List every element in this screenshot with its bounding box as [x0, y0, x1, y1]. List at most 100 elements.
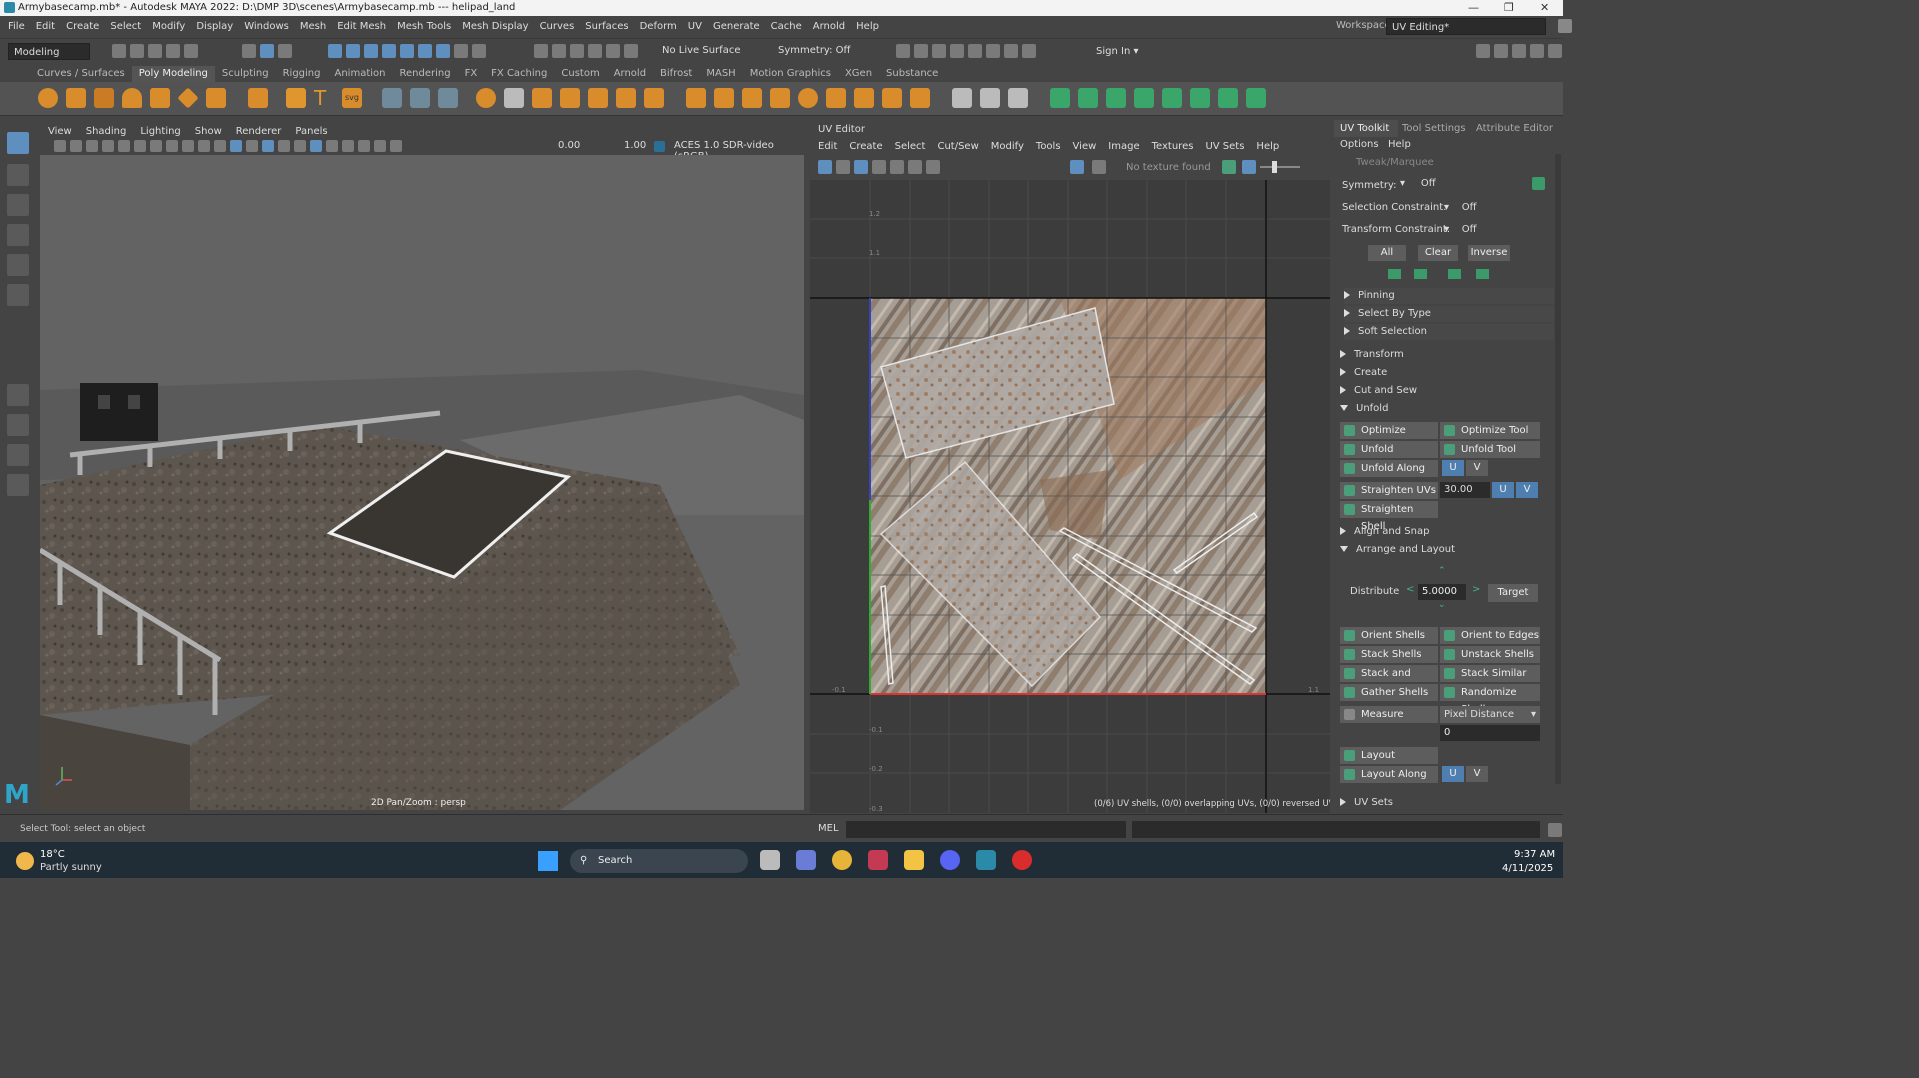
uv-menu-create[interactable]: Create [849, 141, 882, 152]
poly-cube-icon[interactable] [66, 88, 86, 108]
command-lang-label[interactable]: MEL [818, 823, 839, 834]
menu-edit-mesh[interactable]: Edit Mesh [337, 21, 386, 32]
isolate-icon[interactable] [326, 140, 338, 152]
layout-along-v-button[interactable]: V [1466, 766, 1488, 782]
distribute-up-icon[interactable]: ⌃ [1438, 566, 1446, 576]
menu-mesh-tools[interactable]: Mesh Tools [397, 21, 451, 32]
menu-windows[interactable]: Windows [244, 21, 289, 32]
snap-grid-icon[interactable] [328, 44, 342, 58]
camera-attr-icon[interactable] [70, 140, 82, 152]
super-shape-icon[interactable] [286, 88, 306, 108]
wireframe-icon[interactable] [214, 140, 226, 152]
exposure-slider[interactable] [1260, 166, 1300, 168]
uv-grid-icon[interactable] [854, 160, 868, 174]
lasso-tool-icon[interactable] [7, 164, 29, 186]
camera-map-icon[interactable] [1162, 88, 1182, 108]
menu-arnold[interactable]: Arnold [813, 21, 845, 32]
perspective-viewport[interactable]: 2D Pan/Zoom : persp [40, 155, 804, 810]
uv-sew-icon[interactable] [1246, 88, 1266, 108]
uv-checker-icon[interactable] [890, 160, 904, 174]
resolution-gate-icon[interactable] [150, 140, 162, 152]
menu-display[interactable]: Display [196, 21, 233, 32]
history-icon[interactable] [624, 44, 638, 58]
snap-live-icon[interactable] [436, 44, 450, 58]
make-hole-icon[interactable] [882, 88, 902, 108]
menu-help[interactable]: Help [856, 21, 879, 32]
pause-icon[interactable] [1022, 44, 1036, 58]
shelf-tab[interactable]: Substance [879, 66, 945, 82]
uv-snapshot-icon[interactable] [926, 160, 940, 174]
maximize-button[interactable]: ❐ [1504, 0, 1514, 16]
highlight-icon[interactable] [472, 44, 486, 58]
orient-shells-button[interactable]: Orient Shells [1340, 627, 1438, 644]
straighten-angle-field[interactable]: 30.00 [1440, 482, 1490, 498]
tab-attribute-editor[interactable]: Attribute Editor [1476, 120, 1553, 137]
tab-uv-toolkit[interactable]: UV Toolkit [1334, 120, 1398, 137]
substance-icon[interactable] [1012, 850, 1032, 870]
app-icon[interactable] [868, 850, 888, 870]
bevel-icon[interactable] [742, 88, 762, 108]
transform-constraint-dropdown[interactable]: ▾ Off [1444, 224, 1477, 235]
vp-menu-shading[interactable]: Shading [86, 126, 127, 137]
film-gate-icon[interactable] [134, 140, 146, 152]
save-scene-icon[interactable] [148, 44, 162, 58]
select-hierarchy-icon[interactable] [242, 44, 256, 58]
distribute-target-button[interactable]: Target [1488, 584, 1538, 602]
poly-sphere-icon[interactable] [38, 88, 58, 108]
channel-box-icon[interactable] [1530, 44, 1544, 58]
shelf-tab[interactable]: Bifrost [653, 66, 699, 82]
unfold-along-button[interactable]: Unfold Along [1340, 460, 1438, 477]
rgb-channel-icon[interactable] [1222, 160, 1236, 174]
taskbar-search[interactable]: ⚲ Search [570, 849, 748, 873]
tweak-marquee-label[interactable]: Tweak/Marquee [1356, 157, 1434, 168]
uv-menu-edit[interactable]: Edit [818, 141, 837, 152]
straighten-v-button[interactable]: V [1516, 482, 1538, 498]
weather-sun-icon[interactable] [16, 852, 34, 870]
stack-and-orient-button[interactable]: Stack and Orient [1340, 665, 1438, 696]
lights-icon[interactable] [278, 140, 290, 152]
unfold-along-v-button[interactable]: V [1466, 460, 1488, 476]
select-border-icon[interactable] [1448, 269, 1461, 279]
optimize-button[interactable]: Optimize [1340, 422, 1438, 439]
paint-select-icon[interactable] [7, 194, 29, 216]
shelf-tab[interactable]: MASH [699, 66, 742, 82]
select-object-icon[interactable] [260, 44, 274, 58]
vp-menu-panels[interactable]: Panels [295, 126, 327, 137]
layout-button[interactable]: Layout [1340, 747, 1438, 764]
render-frame-icon[interactable] [914, 44, 928, 58]
svg-icon[interactable]: svg [342, 88, 362, 108]
alpha-channel-icon[interactable] [1242, 160, 1256, 174]
uv-menu-uv-sets[interactable]: UV Sets [1205, 141, 1244, 152]
task-view-icon[interactable] [760, 850, 780, 870]
separate-icon[interactable] [504, 88, 524, 108]
minimize-button[interactable]: — [1468, 0, 1479, 16]
ipr-icon[interactable] [932, 44, 946, 58]
shelf-tab[interactable]: Curves / Surfaces [30, 66, 132, 82]
render-settings-icon[interactable] [896, 44, 910, 58]
color-management-icon[interactable] [654, 141, 665, 152]
snap-point-icon[interactable] [364, 44, 378, 58]
shelf-tab[interactable]: FX [458, 66, 485, 82]
platonic-icon[interactable] [248, 88, 268, 108]
modeling-toolkit-icon[interactable] [1476, 44, 1490, 58]
stack-shells-button[interactable]: Stack Shells [1340, 646, 1438, 663]
shelf-tab[interactable]: Animation [328, 66, 393, 82]
open-scene-icon[interactable] [130, 44, 144, 58]
depth-of-field-icon[interactable] [390, 140, 402, 152]
safe-action-icon[interactable] [198, 140, 210, 152]
straighten-shell-button[interactable]: Straighten Shell [1340, 501, 1438, 532]
menu-cache[interactable]: Cache [771, 21, 802, 32]
section-unfold[interactable]: Unfold [1340, 401, 1550, 417]
construction-history-icon[interactable] [570, 44, 584, 58]
layout-along-u-button[interactable]: U [1442, 766, 1464, 782]
section-create[interactable]: Create [1340, 365, 1550, 381]
orient-to-edges-button[interactable]: Orient to Edges [1440, 627, 1540, 644]
uv-editor-icon[interactable] [1190, 88, 1210, 108]
sculpt-tools-icon[interactable] [382, 88, 402, 108]
menu-select[interactable]: Select [110, 21, 141, 32]
section-arrange-and-layout[interactable]: Arrange and Layout [1340, 542, 1550, 558]
two-view-icon[interactable] [7, 444, 29, 466]
move-tool-icon[interactable] [7, 224, 29, 246]
maya-taskbar-icon[interactable] [976, 850, 996, 870]
type-icon[interactable]: T [314, 88, 334, 108]
